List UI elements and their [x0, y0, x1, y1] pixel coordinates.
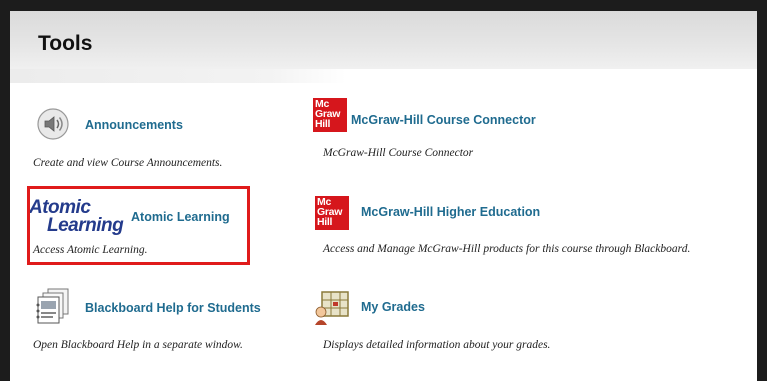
mcgraw-hill-logo: Mc Graw Hill [313, 98, 347, 132]
tool-link-blackboard-help[interactable]: Blackboard Help for Students [85, 301, 261, 315]
tool-link-mcgraw-hill-course-connector[interactable]: McGraw-Hill Course Connector [351, 113, 536, 127]
tool-link-my-grades[interactable]: My Grades [361, 300, 425, 314]
highlight-box [27, 186, 250, 265]
tool-description: Displays detailed information about your… [323, 339, 551, 351]
grades-icon [315, 291, 349, 325]
tool-description: Access and Manage McGraw-Hill products f… [323, 243, 691, 255]
tool-link-announcements[interactable]: Announcements [85, 118, 183, 132]
page-title: Tools [38, 32, 93, 55]
tool-link-mcgraw-hill-higher-education[interactable]: McGraw-Hill Higher Education [361, 205, 540, 219]
tools-panel: Tools Announcements Create and view Cour… [10, 11, 757, 381]
tool-description: Open Blackboard Help in a separate windo… [33, 339, 243, 351]
tool-description: McGraw-Hill Course Connector [323, 147, 474, 159]
help-document-icon [36, 288, 69, 324]
tool-description: Create and view Course Announcements. [33, 157, 223, 169]
mcgraw-hill-logo: Mc Graw Hill [315, 196, 349, 230]
speaker-icon [37, 108, 69, 140]
tools-header [10, 11, 757, 69]
